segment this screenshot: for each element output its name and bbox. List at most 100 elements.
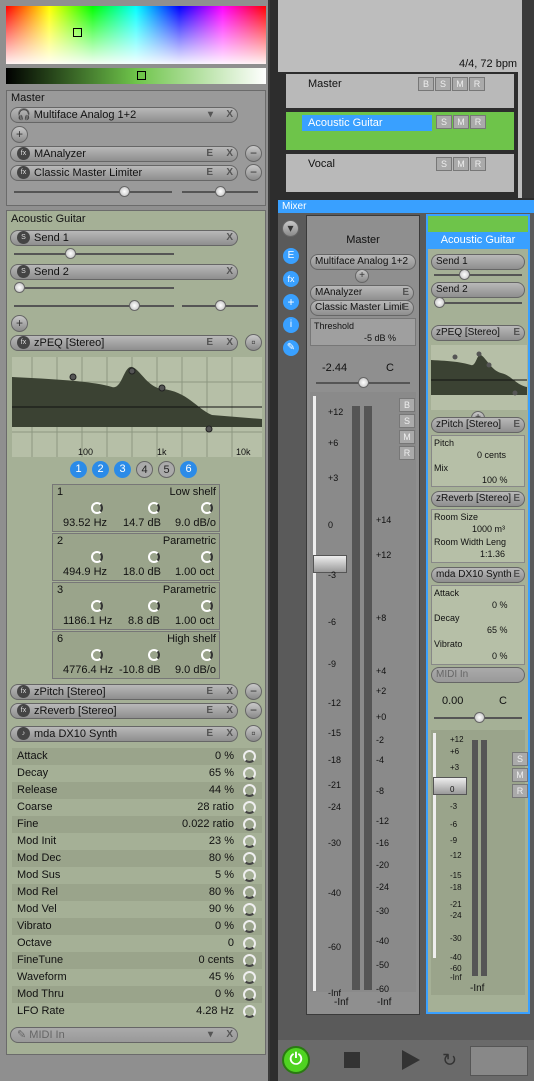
param-knob[interactable]	[243, 886, 256, 899]
param-value[interactable]: 0 %	[215, 918, 234, 935]
synth-param-row[interactable]: FineTune 0 cents	[12, 952, 262, 969]
synth-decay-value[interactable]: 65 %	[487, 625, 508, 635]
collapse-button[interactable]: −	[245, 164, 262, 181]
bypass-button[interactable]: B	[399, 398, 415, 412]
param-value[interactable]: 45 %	[209, 969, 234, 986]
record-button[interactable]: R	[399, 446, 415, 460]
record-button[interactable]: R	[470, 115, 486, 129]
freq-knob[interactable]	[91, 502, 103, 514]
edit-icon[interactable]: E	[206, 727, 213, 741]
brightness-cursor[interactable]	[137, 71, 146, 80]
gain-knob[interactable]	[148, 649, 160, 661]
threshold-value[interactable]: -5 dB %	[364, 333, 396, 343]
track-pan-slider[interactable]	[182, 300, 258, 311]
master-volume-value[interactable]: -2.44	[322, 362, 347, 374]
guitar-send-2-slider[interactable]	[434, 297, 522, 308]
band-gain[interactable]: 8.8 dB	[128, 615, 160, 627]
power-icon[interactable]: ⏻	[282, 1046, 310, 1074]
zreverb-plugin[interactable]: fx zReverb [Stereo] E X	[10, 703, 238, 719]
edit-icon[interactable]: E	[206, 147, 213, 161]
synth-param-row[interactable]: Mod Rel 80 %	[12, 884, 262, 901]
param-value[interactable]: 0 %	[215, 748, 234, 765]
param-knob[interactable]	[243, 750, 256, 763]
remove-icon[interactable]: X	[226, 685, 233, 699]
edit-button[interactable]: E	[283, 248, 299, 264]
master-pan-slider[interactable]	[316, 377, 410, 388]
band-1-button[interactable]: 1	[70, 461, 87, 478]
edit-icon[interactable]: E	[206, 685, 213, 699]
gain-knob[interactable]	[148, 502, 160, 514]
param-value[interactable]: 65 %	[209, 765, 234, 782]
add-fx-button[interactable]: +	[11, 315, 28, 332]
band-q[interactable]: 1.00 oct	[175, 566, 214, 578]
solo-button[interactable]: S	[436, 157, 452, 171]
mix-value[interactable]: 100 %	[482, 475, 508, 485]
mixer-title-bar[interactable]: Mixer	[278, 200, 534, 213]
param-value[interactable]: 0	[228, 935, 234, 952]
master-fx-1[interactable]: fx MAnalyzer E X	[10, 146, 238, 162]
band-type[interactable]: Low shelf	[170, 486, 216, 498]
edit-icon[interactable]: E	[513, 418, 520, 432]
info-button[interactable]: i	[283, 317, 299, 333]
mute-button[interactable]: M	[453, 157, 469, 171]
guitar-zpeq[interactable]: zPEQ [Stereo] E	[431, 325, 525, 341]
synth-param-row[interactable]: Octave 0	[12, 935, 262, 952]
band-q[interactable]: 9.0 dB/o	[175, 517, 216, 529]
track-row-acoustic-guitar[interactable]: Acoustic Guitar SMR	[286, 112, 514, 150]
color-spectrum[interactable]	[6, 6, 266, 64]
band-type[interactable]: High shelf	[167, 633, 216, 645]
band-5-button[interactable]: 5	[158, 461, 175, 478]
band-type[interactable]: Parametric	[163, 535, 216, 547]
param-value[interactable]: 80 %	[209, 850, 234, 867]
solo-button[interactable]: S	[435, 77, 451, 91]
synth-param-row[interactable]: Mod Init 23 %	[12, 833, 262, 850]
remove-icon[interactable]: X	[226, 166, 233, 180]
master-strip-fx-1[interactable]: MAnalyzer E	[310, 285, 414, 301]
collapse-button[interactable]: ▫	[245, 725, 262, 742]
synth-param-row[interactable]: Mod Sus 5 %	[12, 867, 262, 884]
room-size-value[interactable]: 1000 m³	[472, 524, 505, 534]
band-freq[interactable]: 494.9 Hz	[63, 566, 107, 578]
zpitch-plugin[interactable]: fx zPitch [Stereo] E X	[10, 684, 238, 700]
chevron-down-icon[interactable]: ▾	[208, 108, 213, 122]
synth-param-row[interactable]: Fine 0.022 ratio	[12, 816, 262, 833]
master-strip-device[interactable]: Multiface Analog 1+2	[310, 254, 416, 270]
param-knob[interactable]	[243, 818, 256, 831]
color-cursor[interactable]	[73, 28, 82, 37]
loop-icon[interactable]: ↻	[442, 1050, 457, 1071]
param-knob[interactable]	[243, 903, 256, 916]
param-knob[interactable]	[243, 954, 256, 967]
band-3-button[interactable]: 3	[114, 461, 131, 478]
guitar-fader-track[interactable]	[433, 733, 436, 958]
guitar-pan-slider[interactable]	[434, 712, 522, 723]
guitar-send-1[interactable]: Send 1	[431, 254, 525, 270]
send-2-slider[interactable]	[14, 282, 174, 293]
freq-knob[interactable]	[91, 649, 103, 661]
pitch-value[interactable]: 0 cents	[477, 450, 506, 460]
band-freq[interactable]: 1186.1 Hz	[63, 615, 112, 627]
mute-button[interactable]: M	[453, 115, 469, 129]
add-button[interactable]: +	[283, 294, 299, 310]
param-knob[interactable]	[243, 767, 256, 780]
band-freq[interactable]: 93.52 Hz	[63, 517, 107, 529]
edit-icon[interactable]: E	[206, 336, 213, 350]
synth-param-row[interactable]: Decay 65 %	[12, 765, 262, 782]
track-volume-slider[interactable]	[14, 300, 174, 311]
guitar-midi-in[interactable]: MIDI In	[431, 667, 525, 683]
mute-button[interactable]: M	[452, 77, 468, 91]
play-icon[interactable]	[402, 1050, 420, 1070]
mute-button[interactable]: M	[512, 768, 528, 782]
track-row-vocal[interactable]: Vocal SMR	[286, 154, 514, 192]
q-knob[interactable]	[201, 649, 213, 661]
q-knob[interactable]	[201, 551, 213, 563]
guitar-synth[interactable]: mda DX10 Synth E	[431, 567, 525, 583]
mixer-menu-button[interactable]: ▾	[282, 220, 299, 237]
remove-icon[interactable]: X	[226, 727, 233, 741]
stop-icon[interactable]	[344, 1052, 360, 1068]
param-value[interactable]: 0 %	[215, 986, 234, 1003]
band-6-button[interactable]: 6	[180, 461, 197, 478]
param-knob[interactable]	[243, 852, 256, 865]
param-knob[interactable]	[243, 784, 256, 797]
master-strip-fx-2[interactable]: Classic Master Limit E	[310, 300, 414, 316]
synth-param-row[interactable]: Mod Thru 0 %	[12, 986, 262, 1003]
